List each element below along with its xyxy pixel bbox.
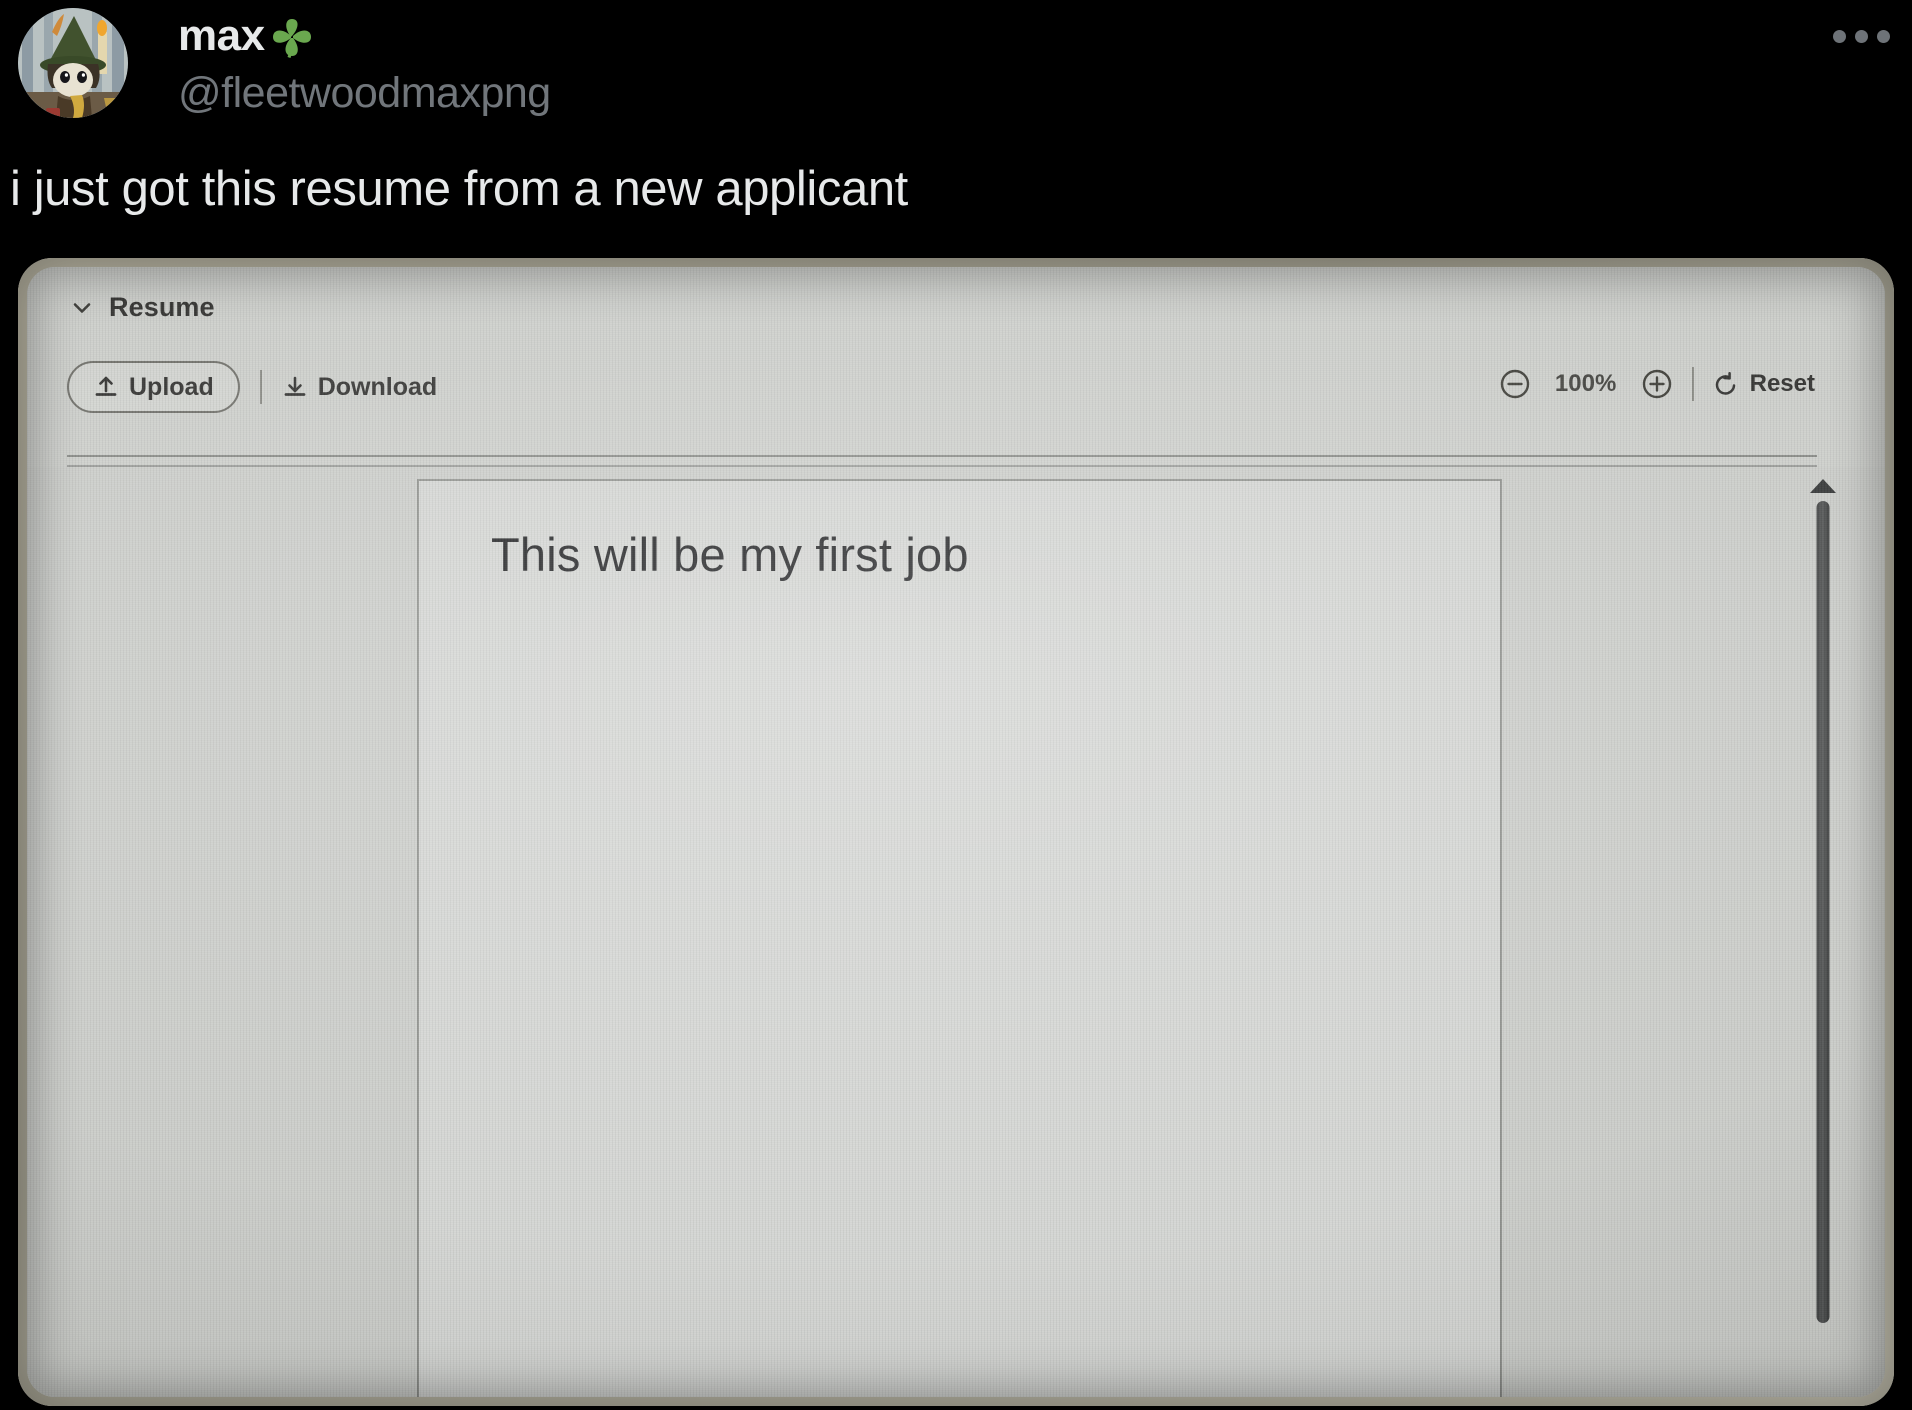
toolbar-rule-top [67, 455, 1817, 457]
avatar[interactable] [18, 8, 128, 118]
minus-circle-icon[interactable] [1498, 367, 1532, 401]
download-button-label: Download [317, 372, 438, 401]
dot [1877, 30, 1890, 43]
display-name-row: max [178, 8, 551, 64]
zoom-controls: 100% Reset [1498, 367, 1815, 401]
upload-icon [93, 374, 119, 400]
panel-header[interactable]: Resume [71, 289, 215, 325]
download-button[interactable]: Download [282, 373, 437, 402]
zoom-level-label: 100% [1554, 370, 1617, 397]
dot [1855, 30, 1868, 43]
document-viewport[interactable]: This will be my first job [27, 467, 1885, 1397]
upload-button[interactable]: Upload [67, 361, 240, 413]
attached-photo[interactable]: Resume Upload Download 100% Reset This w… [18, 258, 1894, 1406]
post-author-block: max @fleetwoodmaxpng [178, 8, 551, 115]
four-leaf-clover-icon [269, 15, 315, 61]
monitor-screen: Resume Upload Download 100% Reset This w… [27, 267, 1885, 1397]
toolbar-left-group: Upload Download [67, 361, 437, 413]
download-icon [282, 374, 308, 400]
caret-up-icon[interactable] [1810, 479, 1836, 493]
plus-circle-icon[interactable] [1640, 367, 1674, 401]
upload-button-label: Upload [129, 372, 214, 401]
more-options-icon[interactable] [1833, 30, 1890, 43]
document-toolbar: Upload Download 100% Reset [27, 345, 1885, 451]
reset-button[interactable]: Reset [1712, 370, 1815, 398]
zoom-divider [1691, 367, 1694, 401]
post-body-text: i just got this resume from a new applic… [10, 162, 908, 216]
reset-button-label: Reset [1749, 370, 1815, 397]
panel-title: Resume [109, 291, 215, 322]
chevron-down-icon[interactable] [71, 297, 93, 319]
document-viewer-app: Resume Upload Download 100% Reset This w… [27, 267, 1885, 1397]
scrollbar-thumb[interactable] [1816, 501, 1830, 1323]
document-body-text: This will be my first job [491, 528, 969, 581]
rotate-ccw-icon [1712, 370, 1740, 398]
dot [1833, 30, 1846, 43]
tweet-header: max @fleetwoodmaxpng [0, 0, 1912, 150]
toolbar-divider [259, 370, 262, 404]
document-page: This will be my first job [417, 479, 1502, 1397]
avatar-illustration [18, 8, 128, 118]
display-name: max [178, 11, 265, 60]
author-handle[interactable]: @fleetwoodmaxpng [178, 72, 551, 115]
vertical-scrollbar[interactable] [1809, 479, 1837, 1323]
